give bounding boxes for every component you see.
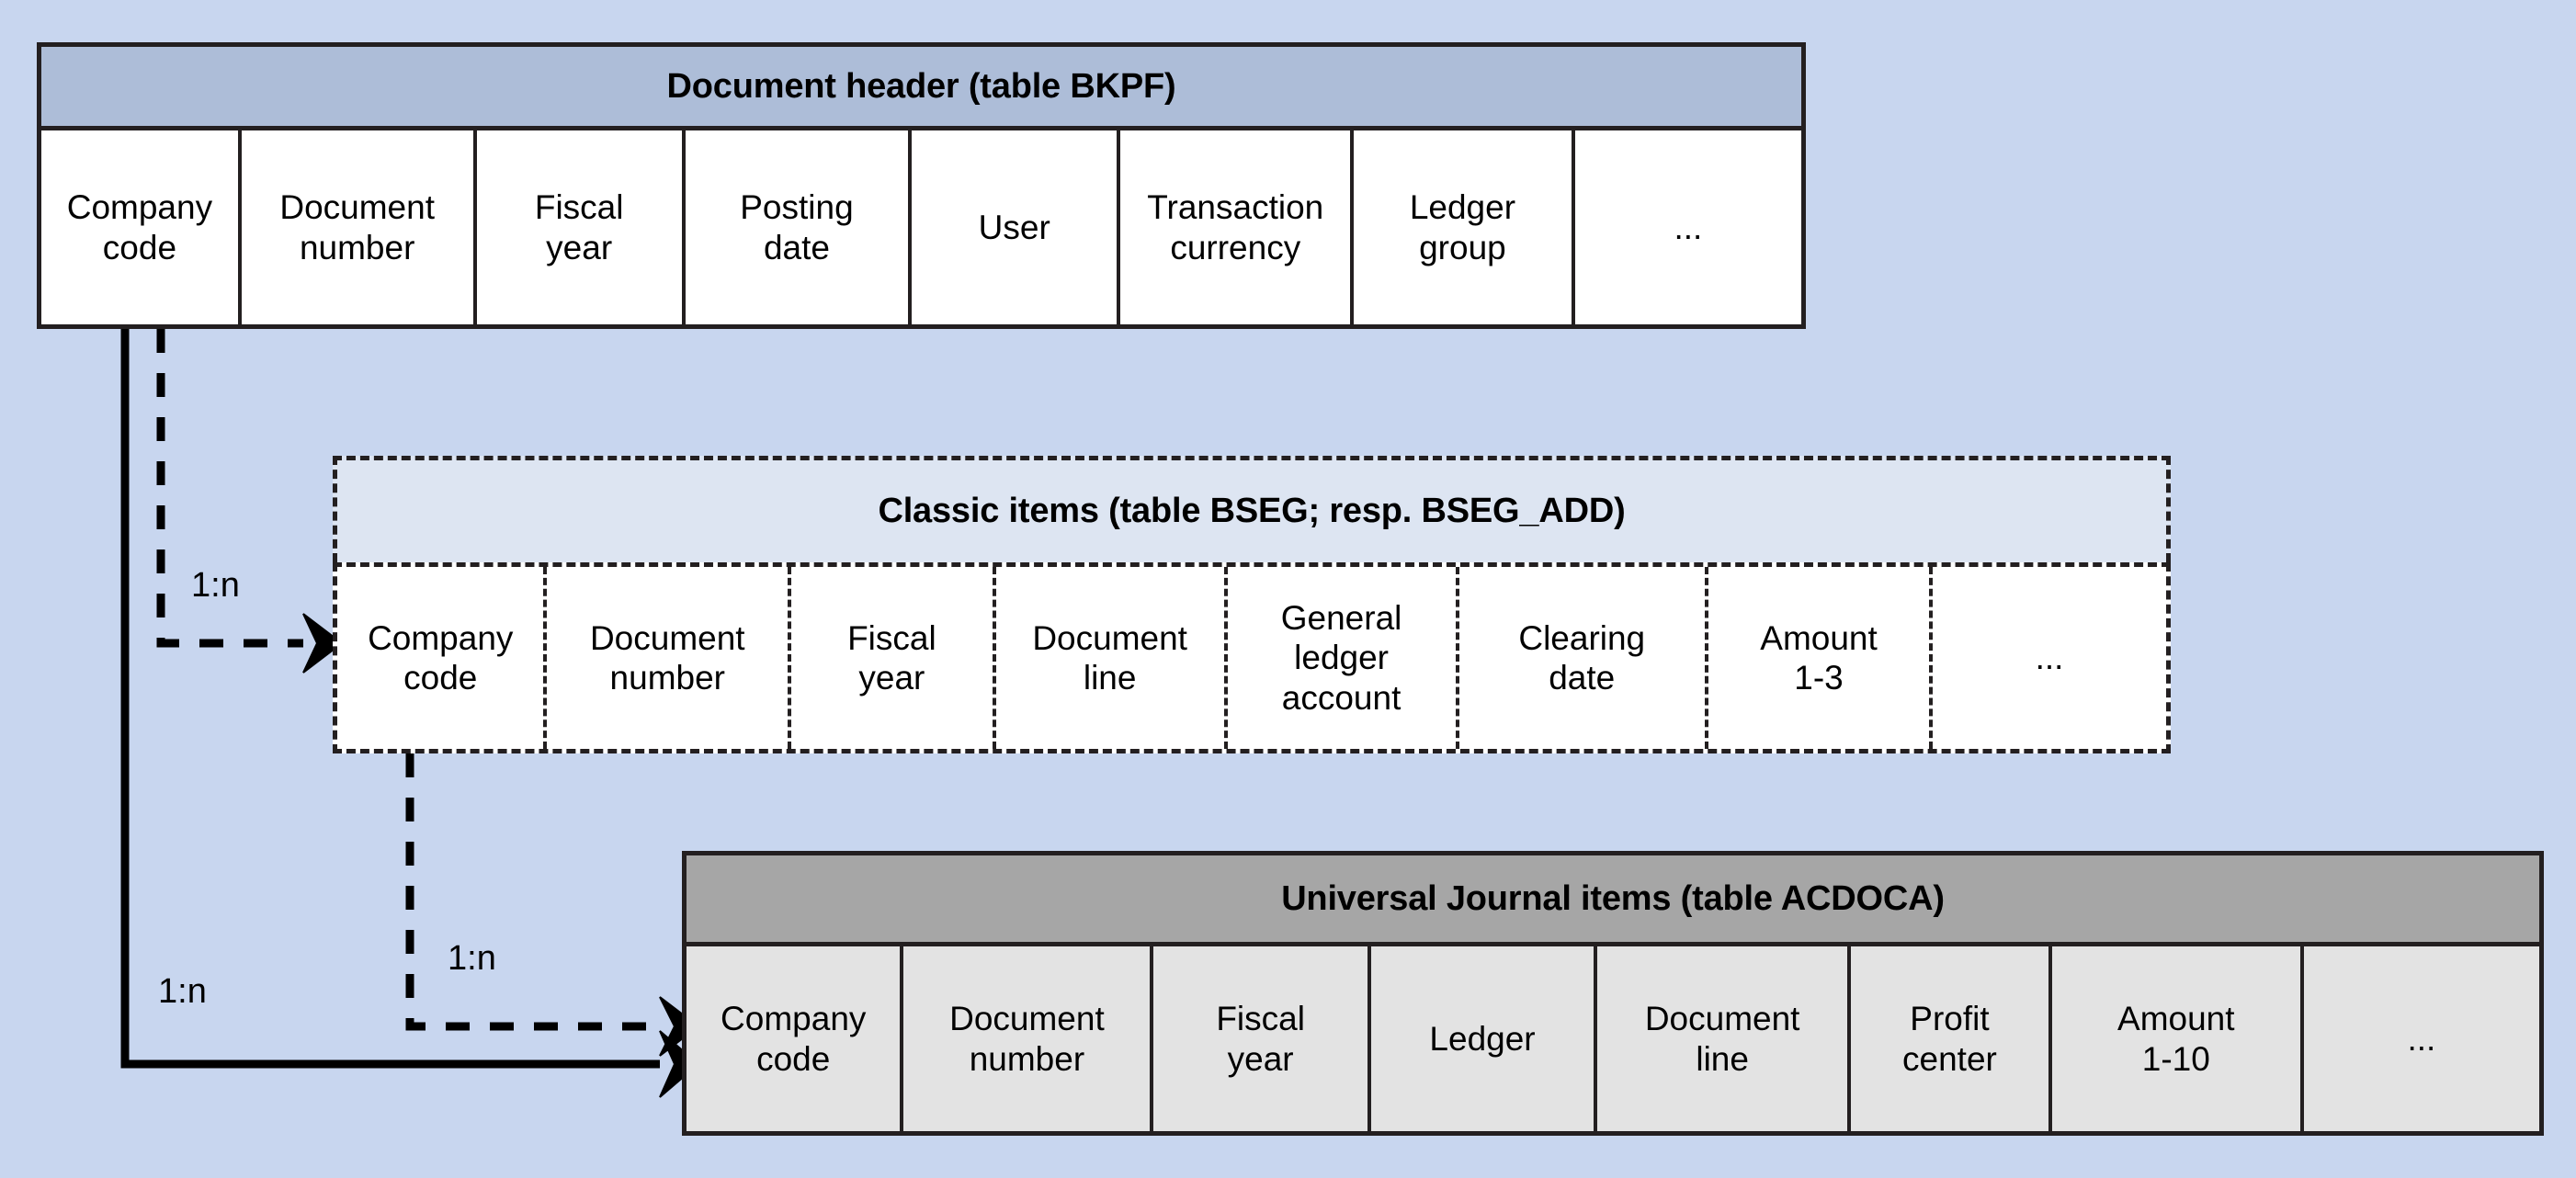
column-bkpf-document-number[interactable]: Document number [242, 130, 477, 324]
column-bseg-more[interactable]: ... [1933, 567, 2166, 749]
table-bseg-columns: Company code Document number Fiscal year Do… [333, 562, 2171, 753]
column-acdoca-company-code[interactable]: Company code [687, 946, 904, 1131]
cardinality-label-header-to-universal: 1:n [158, 972, 207, 1011]
cardinality-label-header-to-classic: 1:n [191, 566, 240, 605]
column-acdoca-document-line[interactable]: Document line [1597, 946, 1852, 1131]
column-acdoca-amount-1-10[interactable]: Amount 1-10 [2052, 946, 2304, 1131]
table-bseg[interactable]: Classic items (table BSEG; resp. BSEG_AD… [333, 456, 2171, 753]
column-bseg-general-ledger-account[interactable]: General ledger account [1228, 567, 1459, 749]
table-acdoca[interactable]: Universal Journal items (table ACDOCA) C… [682, 851, 2544, 1136]
table-bkpf-title: Document header (table BKPF) [37, 42, 1806, 130]
column-acdoca-profit-center[interactable]: Profit center [1851, 946, 2052, 1131]
cardinality-label-classic-to-universal: 1:n [448, 939, 496, 978]
column-acdoca-more[interactable]: ... [2304, 946, 2539, 1131]
connector-classic-to-universal [405, 753, 700, 1057]
column-bkpf-ledger-group[interactable]: Ledger group [1354, 130, 1575, 324]
column-bseg-amount-1-3[interactable]: Amount 1-3 [1708, 567, 1934, 749]
table-acdoca-title: Universal Journal items (table ACDOCA) [682, 851, 2544, 946]
column-bkpf-posting-date[interactable]: Posting date [686, 130, 913, 324]
table-bseg-title: Classic items (table BSEG; resp. BSEG_AD… [333, 456, 2171, 562]
column-bkpf-company-code[interactable]: Company code [41, 130, 242, 324]
column-bseg-document-number[interactable]: Document number [547, 567, 792, 749]
table-bkpf-columns: Company code Document number Fiscal year Po… [37, 130, 1806, 329]
diagram-canvas: 1:n 1:n 1:n Document header (table BKPF)… [0, 0, 2576, 1178]
column-bseg-document-line[interactable]: Document line [996, 567, 1228, 749]
table-bkpf[interactable]: Document header (table BKPF) Company code… [37, 42, 1806, 329]
column-bseg-company-code[interactable]: Company code [337, 567, 548, 749]
column-bkpf-transaction-currency[interactable]: Transaction currency [1120, 130, 1355, 324]
column-acdoca-ledger[interactable]: Ledger [1371, 946, 1598, 1131]
column-acdoca-fiscal-year[interactable]: Fiscal year [1153, 946, 1371, 1131]
column-bseg-clearing-date[interactable]: Clearing date [1459, 567, 1708, 749]
connector-header-to-classic [156, 329, 344, 674]
column-acdoca-document-number[interactable]: Document number [903, 946, 1154, 1131]
column-bkpf-user[interactable]: User [912, 130, 1121, 324]
table-acdoca-columns: Company code Document number Fiscal year Le… [682, 946, 2544, 1136]
column-bkpf-more[interactable]: ... [1575, 130, 1801, 324]
column-bkpf-fiscal-year[interactable]: Fiscal year [477, 130, 686, 324]
column-bseg-fiscal-year[interactable]: Fiscal year [791, 567, 996, 749]
